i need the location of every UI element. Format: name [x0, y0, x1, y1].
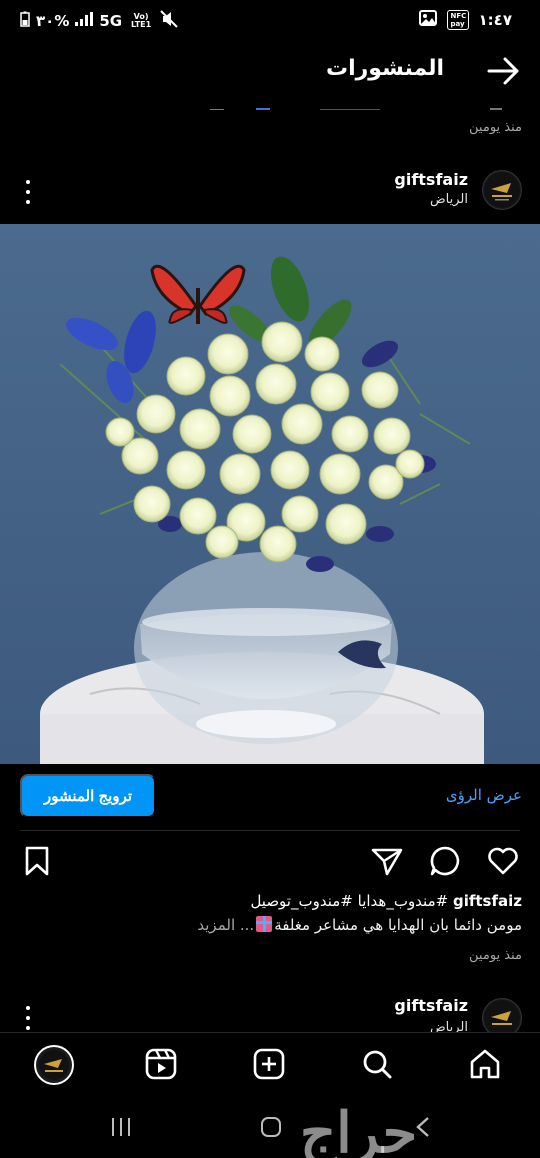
post-header: giftsfaiz الرياض: [0, 164, 540, 224]
mute-icon: [160, 10, 178, 32]
promote-post-button[interactable]: ترويج المنشور: [20, 774, 156, 818]
more-options-icon[interactable]: [22, 1006, 34, 1030]
system-nav-bar: [0, 1096, 540, 1158]
bookmark-icon[interactable]: [20, 844, 54, 878]
share-icon[interactable]: [370, 844, 404, 878]
caption-line-1: giftsfaiz #مندوب_هدايا #مندوب_توصيل: [250, 892, 522, 910]
watermark: حراج: [300, 1100, 418, 1158]
caption-username[interactable]: giftsfaiz: [453, 892, 522, 910]
next-post-username[interactable]: giftsfaiz: [394, 996, 468, 1015]
search-icon[interactable]: [360, 1047, 394, 1081]
status-left: ٣٠% 5G Vo) LTE1: [20, 10, 178, 32]
page-title: المنشورات: [325, 56, 444, 81]
home-icon[interactable]: [468, 1047, 502, 1081]
caption-line-2: مومن دائما بان الهدايا هي مشاعر مغلفة...…: [197, 916, 522, 934]
status-bar: ٣٠% 5G Vo) LTE1 NFC pay ١:٤٧: [0, 0, 540, 44]
previous-post-time: منذ يومين: [469, 120, 522, 135]
battery-percent: ٣٠%: [36, 12, 70, 30]
post-avatar[interactable]: [482, 170, 522, 210]
caption-hashtags[interactable]: #مندوب_هدايا #مندوب_توصيل: [250, 892, 448, 910]
bottom-nav: [0, 1032, 540, 1096]
post-image[interactable]: [0, 224, 540, 764]
home-button-icon[interactable]: [260, 1116, 282, 1142]
signal-icon: [75, 12, 94, 30]
recent-apps-icon[interactable]: [110, 1116, 132, 1142]
divider: [20, 830, 520, 831]
comment-icon[interactable]: [428, 844, 462, 878]
create-icon[interactable]: [252, 1047, 286, 1081]
more-options-icon[interactable]: [22, 180, 34, 204]
lte-badge: Vo) LTE1: [130, 12, 152, 29]
nfc-pay-badge: NFC pay: [446, 10, 469, 30]
post-location[interactable]: الرياض: [430, 192, 468, 207]
app-header: المنشورات: [0, 44, 540, 100]
arrow-right-icon[interactable]: [486, 56, 520, 86]
heart-icon[interactable]: [486, 844, 520, 878]
profile-avatar[interactable]: [34, 1045, 74, 1085]
reels-icon[interactable]: [144, 1047, 178, 1081]
view-insights-link[interactable]: عرض الرؤى: [446, 786, 522, 804]
caption-more-link[interactable]: ... المزيد: [197, 916, 254, 934]
gift-emoji-icon: [256, 916, 273, 932]
gallery-icon: [418, 10, 437, 30]
clock: ١:٤٧: [478, 11, 512, 29]
status-right: NFC pay ١:٤٧: [418, 10, 512, 30]
post-username[interactable]: giftsfaiz: [394, 170, 468, 189]
network-type: 5G: [99, 12, 123, 30]
caption-text: مومن دائما بان الهدايا هي مشاعر مغلفة: [274, 916, 522, 934]
battery-icon: [20, 11, 30, 31]
previous-caption-fragment: [200, 100, 520, 110]
post-time: منذ يومين: [469, 948, 522, 963]
